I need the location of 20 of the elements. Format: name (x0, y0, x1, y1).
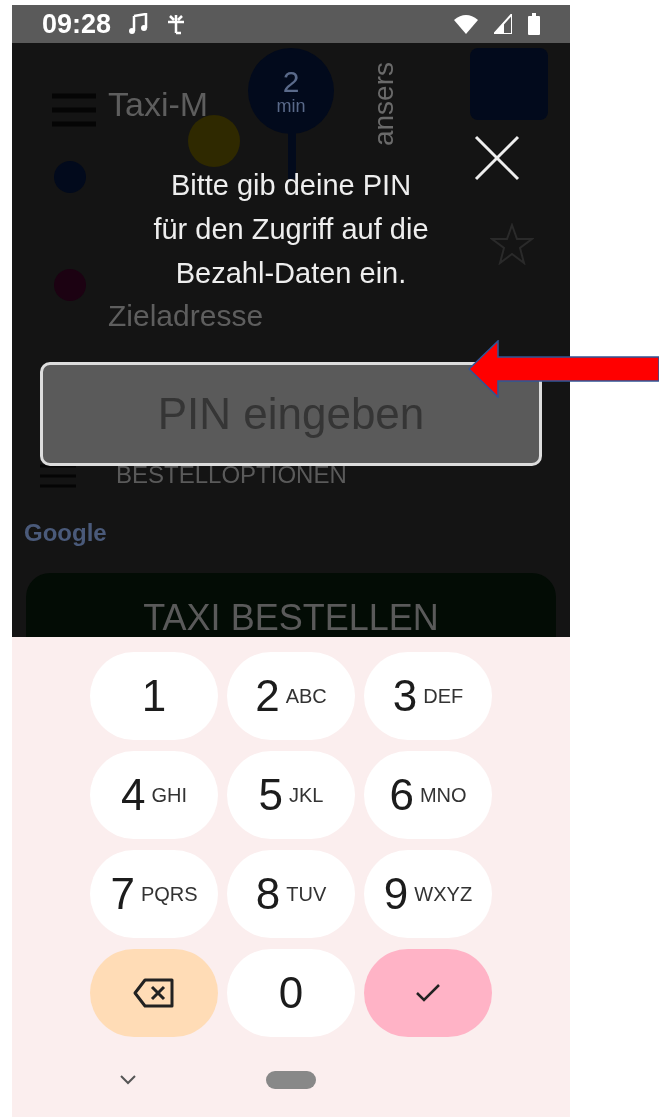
clock-time: 09:28 (42, 7, 112, 41)
chevron-down-icon[interactable] (120, 1075, 136, 1085)
map-attribution: Google (24, 518, 107, 548)
order-options-label: BESTELLOPTIONEN (116, 463, 347, 487)
pin-prompt-message: Bitte gib deine PIN für den Zugriff auf die Bezahl-Daten ein. (152, 168, 430, 291)
keypad-key[interactable]: 1 (90, 652, 218, 740)
eta-badge: 2 min (248, 48, 334, 134)
battery-icon (528, 13, 540, 35)
home-handle[interactable] (266, 1071, 316, 1089)
close-icon[interactable] (474, 135, 520, 181)
wifi-icon (454, 14, 478, 34)
keypad-key[interactable]: 0 (227, 949, 355, 1037)
signal-icon (494, 14, 512, 34)
app-title: Taxi-M (108, 84, 209, 125)
map-street-label: ansers (367, 62, 400, 146)
sliders-icon (40, 463, 76, 489)
destination-text: Zieladresse (108, 301, 264, 331)
checkmark-icon (415, 983, 441, 1003)
backspace-icon (133, 978, 175, 1008)
music-note-icon (127, 13, 150, 35)
